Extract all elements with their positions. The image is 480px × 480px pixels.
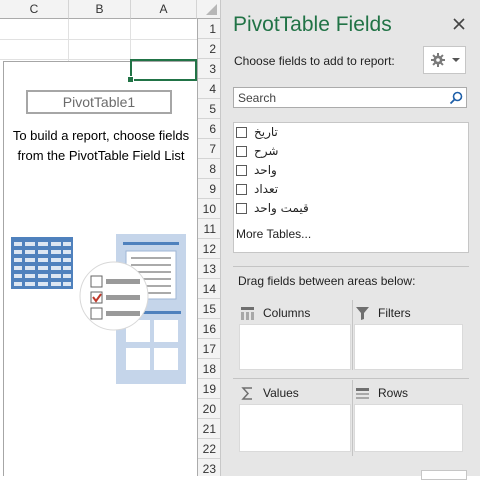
- update-button[interactable]: [421, 470, 467, 480]
- select-all-corner[interactable]: [197, 0, 220, 19]
- columns-icon: [241, 307, 254, 320]
- field-list: تاریخ شرح واحد تعداد قیمت واحد More Tabl…: [233, 122, 469, 253]
- row-header[interactable]: 1: [198, 19, 220, 39]
- row-header[interactable]: 18: [198, 359, 220, 379]
- close-icon: [453, 18, 465, 30]
- search-box[interactable]: [233, 87, 467, 108]
- search-input[interactable]: [236, 89, 448, 106]
- pivottable-illustration-icon: [11, 234, 186, 384]
- row-header[interactable]: 5: [198, 99, 220, 119]
- field-item[interactable]: تاریخ: [236, 124, 436, 142]
- row-header[interactable]: 8: [198, 159, 220, 179]
- field-item[interactable]: تعداد: [236, 181, 436, 199]
- more-tables-link[interactable]: More Tables...: [236, 227, 311, 241]
- row-header[interactable]: 23: [198, 459, 220, 476]
- row-header[interactable]: 19: [198, 379, 220, 399]
- field-label: قیمت واحد: [254, 201, 309, 215]
- values-drop-area[interactable]: [239, 404, 351, 452]
- row-header[interactable]: 7: [198, 139, 220, 159]
- field-label: شرح: [254, 144, 279, 158]
- field-checkbox[interactable]: [236, 165, 247, 176]
- row-header[interactable]: 3: [198, 59, 220, 79]
- row-header[interactable]: 6: [198, 119, 220, 139]
- row-header[interactable]: 9: [198, 179, 220, 199]
- row-header[interactable]: 12: [198, 239, 220, 259]
- filters-label: Filters: [378, 306, 411, 320]
- field-checkbox[interactable]: [236, 127, 247, 138]
- pivottable-placeholder[interactable]: PivotTable1 To build a report, choose fi…: [3, 61, 197, 476]
- column-header-c[interactable]: C: [0, 0, 69, 19]
- field-label: تاریخ: [254, 125, 278, 139]
- field-checkbox[interactable]: [236, 203, 247, 214]
- filters-drop-area[interactable]: [354, 324, 463, 370]
- field-checkbox[interactable]: [236, 146, 247, 157]
- row-header[interactable]: 10: [198, 199, 220, 219]
- row-header[interactable]: 20: [198, 399, 220, 419]
- close-button[interactable]: [449, 14, 469, 34]
- values-label: Values: [263, 386, 299, 400]
- rows-drop-area[interactable]: [354, 404, 463, 452]
- selected-cell-a3[interactable]: [130, 59, 197, 81]
- field-checkbox[interactable]: [236, 184, 247, 195]
- pane-title: PivotTable Fields: [233, 13, 392, 36]
- area-divider: [233, 378, 469, 379]
- fill-handle[interactable]: [127, 76, 134, 83]
- columns-label: Columns: [263, 306, 311, 320]
- row-header[interactable]: 17: [198, 339, 220, 359]
- field-item[interactable]: واحد: [236, 162, 436, 180]
- column-header-a[interactable]: A: [131, 0, 197, 19]
- row-headers: 1 2 3 4 5 6 7 8 9 10 11 12 13 14 15 16 1…: [197, 19, 220, 476]
- chevron-down-icon: [452, 58, 460, 62]
- column-header-b[interactable]: B: [69, 0, 131, 19]
- columns-drop-area[interactable]: [239, 324, 351, 370]
- row-header[interactable]: 16: [198, 319, 220, 339]
- worksheet: C B A 1 2 3 4 5 6 7 8 9 10 11 12 13 14 1…: [0, 0, 220, 476]
- gear-icon: [431, 53, 445, 67]
- rows-label: Rows: [378, 386, 409, 400]
- row-header[interactable]: 14: [198, 279, 220, 299]
- field-label: واحد: [254, 163, 277, 177]
- area-divider: [352, 380, 353, 456]
- choose-fields-label: Choose fields to add to report:: [234, 54, 395, 68]
- select-all-triangle-icon: [206, 4, 217, 15]
- sigma-icon: [241, 387, 252, 400]
- filter-icon: [356, 307, 369, 320]
- pivottable-name: PivotTable1: [26, 90, 172, 114]
- rows-icon: [356, 388, 369, 399]
- pivottable-hint: To build a report, choose fields from th…: [12, 128, 190, 163]
- row-header[interactable]: 15: [198, 299, 220, 319]
- area-divider: [352, 300, 353, 370]
- row-header[interactable]: 11: [198, 219, 220, 239]
- grid-line: [0, 39, 197, 40]
- row-header[interactable]: 4: [198, 79, 220, 99]
- row-header[interactable]: 13: [198, 259, 220, 279]
- row-header[interactable]: 2: [198, 39, 220, 59]
- field-label: تعداد: [254, 182, 279, 196]
- row-header[interactable]: 22: [198, 439, 220, 459]
- pane-divider: [233, 266, 469, 267]
- search-icon: [449, 91, 463, 105]
- field-item[interactable]: شرح: [236, 143, 436, 161]
- row-header[interactable]: 21: [198, 419, 220, 439]
- drag-fields-label: Drag fields between areas below:: [238, 274, 416, 288]
- pivottable-fields-pane: PivotTable Fields Choose fields to add t…: [220, 0, 480, 480]
- tools-button[interactable]: [423, 46, 466, 74]
- field-item[interactable]: قیمت واحد: [236, 200, 436, 218]
